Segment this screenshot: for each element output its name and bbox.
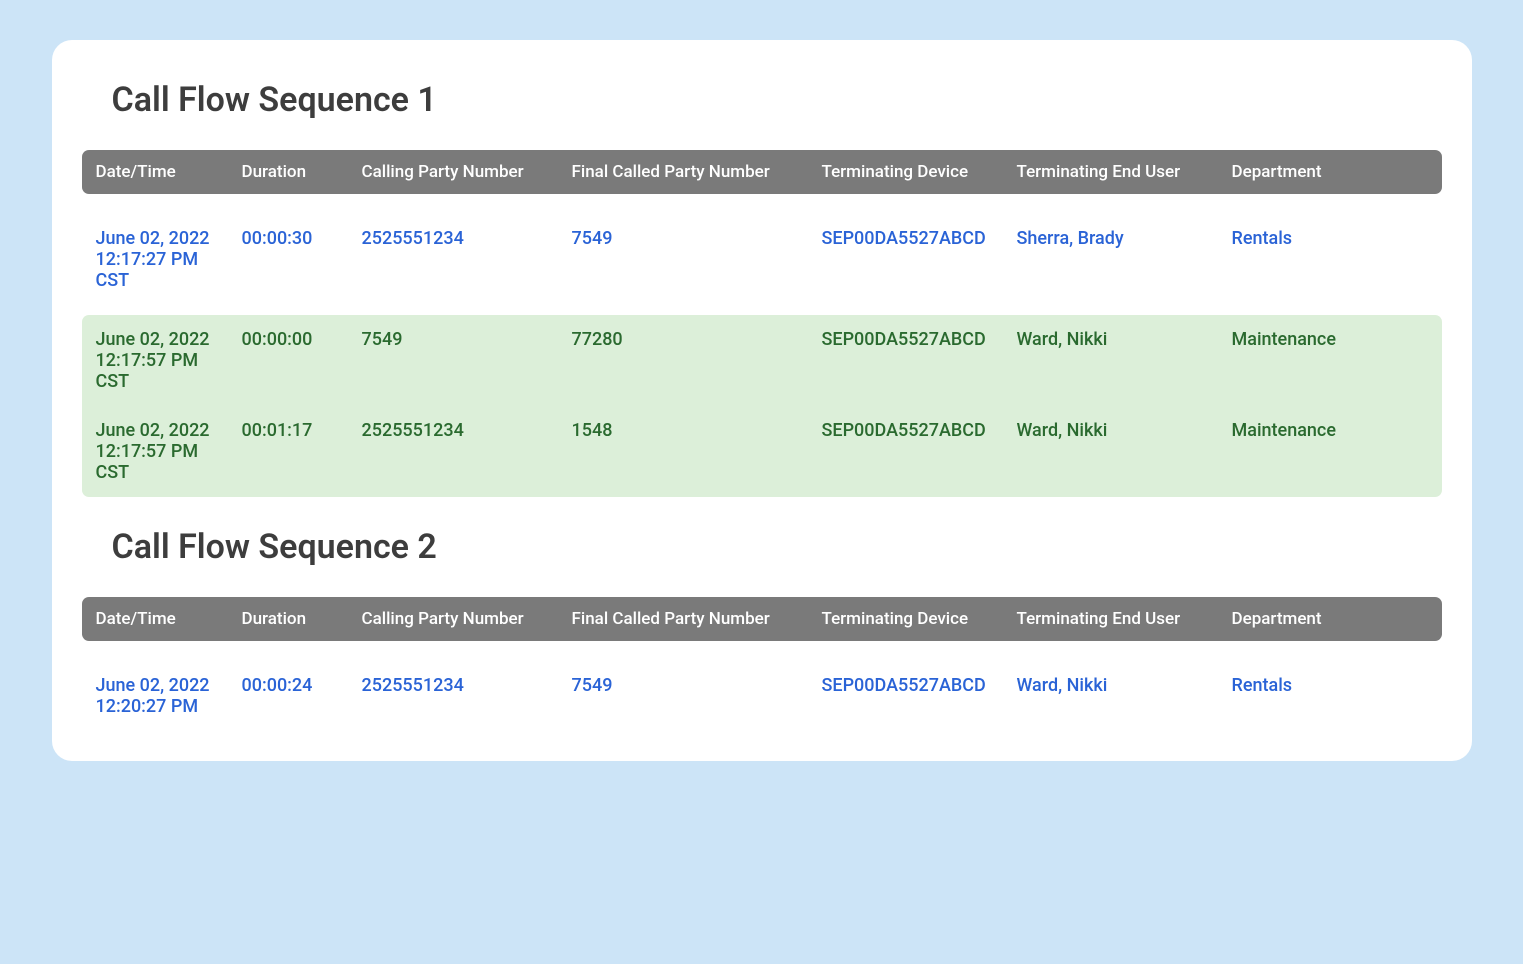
sequence-title: Call Flow Sequence 2 [112,527,1442,567]
col-header-duration: Duration [228,609,348,629]
col-header-department: Department [1218,609,1442,629]
cell-calling: 2525551234 [348,675,558,717]
call-flow-card: Call Flow Sequence 1 Date/Time Duration … [52,40,1472,761]
cell-duration: 00:01:17 [228,420,348,483]
table-row: June 02, 2022 12:17:57 PM CST 00:01:17 2… [82,406,1442,497]
cell-duration: 00:00:24 [228,675,348,717]
cell-enduser: Ward, Nikki [1003,329,1218,392]
cell-finalcalled: 77280 [558,329,808,392]
cell-department: Rentals [1218,675,1442,717]
col-header-finalcalled: Final Called Party Number [558,609,808,629]
col-header-datetime: Date/Time [82,609,228,629]
cell-enduser: Ward, Nikki [1003,420,1218,483]
row-group: June 02, 2022 12:20:27 PM 00:00:24 25255… [82,661,1442,731]
cell-datetime: June 02, 2022 12:17:57 PM CST [82,420,228,483]
row-group: June 02, 2022 12:17:57 PM CST 00:00:00 7… [82,315,1442,497]
cell-datetime: June 02, 2022 12:17:27 PM CST [82,228,228,291]
table-header-row: Date/Time Duration Calling Party Number … [82,150,1442,194]
col-header-duration: Duration [228,162,348,182]
cell-enduser: Ward, Nikki [1003,675,1218,717]
col-header-department: Department [1218,162,1442,182]
cell-finalcalled: 1548 [558,420,808,483]
table-row: June 02, 2022 12:17:27 PM CST 00:00:30 2… [82,214,1442,305]
cell-device: SEP00DA5527ABCD [808,329,1003,392]
cell-finalcalled: 7549 [558,675,808,717]
col-header-finalcalled: Final Called Party Number [558,162,808,182]
col-header-calling: Calling Party Number [348,162,558,182]
cell-department: Maintenance [1218,329,1442,392]
cell-calling: 2525551234 [348,420,558,483]
row-group: June 02, 2022 12:17:27 PM CST 00:00:30 2… [82,214,1442,305]
sequence-title: Call Flow Sequence 1 [112,80,1442,120]
cell-enduser: Sherra, Brady [1003,228,1218,291]
cell-device: SEP00DA5527ABCD [808,675,1003,717]
cell-device: SEP00DA5527ABCD [808,228,1003,291]
cell-duration: 00:00:00 [228,329,348,392]
cell-department: Rentals [1218,228,1442,291]
cell-calling: 2525551234 [348,228,558,291]
cell-datetime: June 02, 2022 12:20:27 PM [82,675,228,717]
col-header-datetime: Date/Time [82,162,228,182]
cell-department: Maintenance [1218,420,1442,483]
table-header-row: Date/Time Duration Calling Party Number … [82,597,1442,641]
cell-finalcalled: 7549 [558,228,808,291]
call-flow-table: Date/Time Duration Calling Party Number … [82,150,1442,497]
col-header-enduser: Terminating End User [1003,609,1218,629]
table-row: June 02, 2022 12:20:27 PM 00:00:24 25255… [82,661,1442,731]
call-flow-table: Date/Time Duration Calling Party Number … [82,597,1442,731]
table-row: June 02, 2022 12:17:57 PM CST 00:00:00 7… [82,315,1442,406]
col-header-device: Terminating Device [808,162,1003,182]
row-spacer [82,305,1442,315]
col-header-calling: Calling Party Number [348,609,558,629]
col-header-device: Terminating Device [808,609,1003,629]
col-header-enduser: Terminating End User [1003,162,1218,182]
cell-calling: 7549 [348,329,558,392]
cell-duration: 00:00:30 [228,228,348,291]
cell-device: SEP00DA5527ABCD [808,420,1003,483]
cell-datetime: June 02, 2022 12:17:57 PM CST [82,329,228,392]
